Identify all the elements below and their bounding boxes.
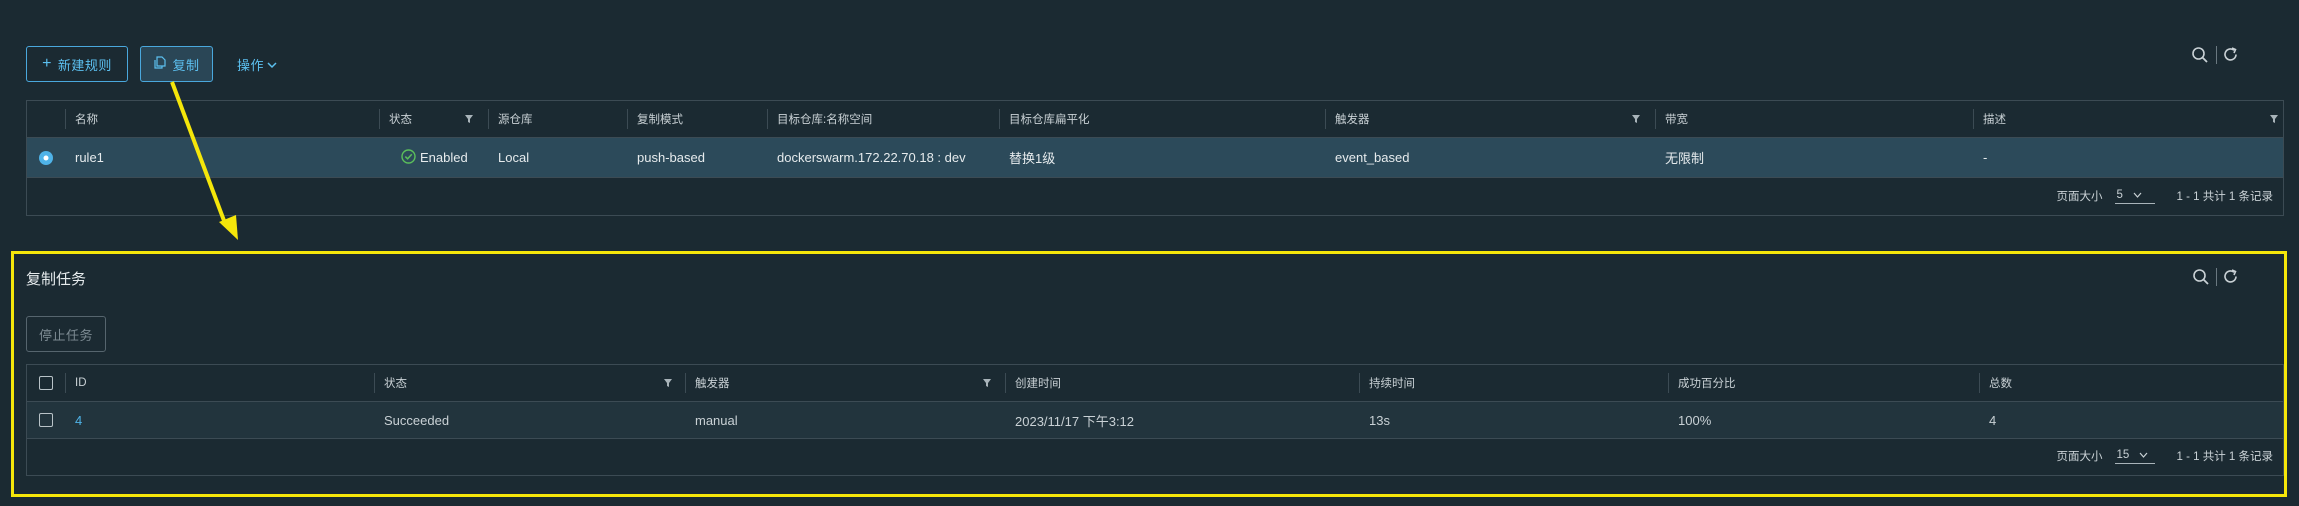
col-success-rate[interactable]: 成功百分比 bbox=[1668, 365, 1736, 401]
rule-target: dockerswarm.172.22.70.18 : dev bbox=[777, 150, 966, 165]
task-status: Succeeded bbox=[384, 412, 450, 428]
refresh-icon[interactable] bbox=[2222, 46, 2239, 66]
actions-dropdown[interactable]: 操作 bbox=[232, 46, 282, 82]
filter-icon[interactable] bbox=[2269, 101, 2279, 137]
annotation-arrow bbox=[170, 81, 238, 240]
select-all-checkbox[interactable] bbox=[27, 365, 65, 401]
table-row[interactable]: rule1 Enabled Local push-based dockerswa… bbox=[27, 138, 2283, 178]
page-size-label: 页面大小 bbox=[2056, 451, 2103, 463]
col-mode[interactable]: 复制模式 bbox=[627, 101, 683, 137]
col-status[interactable]: 状态 bbox=[379, 101, 412, 137]
col-name[interactable]: 名称 bbox=[65, 101, 98, 137]
rule-source: Local bbox=[498, 150, 530, 165]
top-cropped-edge bbox=[0, 0, 2299, 4]
col-description[interactable]: 描述 bbox=[1973, 101, 2006, 137]
filter-icon[interactable] bbox=[464, 101, 474, 137]
copy-icon bbox=[153, 56, 167, 72]
tasks-table-footer: 页面大小 15 1 - 1 共计 1 条记录 bbox=[27, 437, 2283, 475]
col-target[interactable]: 目标仓库:名称空间 bbox=[767, 101, 872, 137]
task-created: 2023/11/17 下午3:12 bbox=[1015, 413, 1135, 429]
page-size-value: 5 bbox=[2116, 188, 2123, 201]
filter-icon[interactable] bbox=[1631, 101, 1641, 137]
search-icon[interactable] bbox=[2192, 268, 2210, 289]
task-success-rate: 100% bbox=[1678, 412, 1712, 428]
rule-status-text: Enabled bbox=[420, 150, 468, 165]
toolbar-divider bbox=[2216, 46, 2217, 64]
tasks-table: ID 状态 触发器 创建时间 持续时间 成功百分比 总数 4 Succeeded… bbox=[26, 364, 2284, 476]
page-size-select[interactable]: 5 bbox=[2114, 188, 2155, 204]
toolbar-divider bbox=[2216, 268, 2217, 286]
search-icon[interactable] bbox=[2191, 46, 2209, 67]
task-id-link[interactable]: 4 bbox=[65, 402, 82, 438]
rule-mode: push-based bbox=[637, 150, 705, 165]
plus-icon: + bbox=[42, 55, 52, 72]
chevron-down-icon bbox=[2139, 449, 2148, 461]
replicate-button[interactable]: 复制 bbox=[140, 46, 213, 82]
col-task-trigger[interactable]: 触发器 bbox=[685, 365, 730, 401]
table-row[interactable]: 4 Succeeded manual 2023/11/17 下午3:12 13s… bbox=[27, 402, 2283, 439]
rule-trigger: event_based bbox=[1335, 150, 1410, 165]
refresh-icon[interactable] bbox=[2222, 268, 2239, 288]
check-circle-icon bbox=[401, 148, 416, 167]
col-bandwidth[interactable]: 带宽 bbox=[1655, 101, 1688, 137]
stop-task-label: 停止任务 bbox=[38, 327, 93, 343]
page-size-label: 页面大小 bbox=[2056, 191, 2103, 203]
col-created[interactable]: 创建时间 bbox=[1005, 365, 1061, 401]
task-trigger: manual bbox=[695, 412, 738, 428]
new-rule-label: 新建规则 bbox=[57, 57, 112, 73]
tasks-title: 复制任务 bbox=[26, 271, 87, 288]
task-duration: 13s bbox=[1369, 412, 1390, 428]
rules-table-header: 名称 状态 源仓库 复制模式 目标仓库:名称空间 目标仓库扁平化 触发器 带宽 … bbox=[27, 101, 2283, 138]
col-total[interactable]: 总数 bbox=[1979, 365, 2012, 401]
replicate-label: 复制 bbox=[172, 57, 200, 73]
rule-status: Enabled bbox=[389, 138, 468, 177]
page-size-select[interactable]: 15 bbox=[2114, 448, 2155, 464]
row-checkbox[interactable] bbox=[27, 402, 65, 438]
page-size-value: 15 bbox=[2116, 448, 2130, 461]
rules-table: 名称 状态 源仓库 复制模式 目标仓库:名称空间 目标仓库扁平化 触发器 带宽 … bbox=[26, 100, 2284, 216]
chevron-down-icon bbox=[267, 57, 277, 72]
task-total: 4 bbox=[1989, 412, 1997, 428]
col-trigger[interactable]: 触发器 bbox=[1325, 101, 1370, 137]
rule-description: - bbox=[1983, 150, 1988, 165]
actions-label: 操作 bbox=[236, 57, 264, 73]
tasks-table-header: ID 状态 触发器 创建时间 持续时间 成功百分比 总数 bbox=[27, 365, 2283, 402]
rule-name: rule1 bbox=[75, 150, 104, 165]
col-task-status[interactable]: 状态 bbox=[374, 365, 407, 401]
stop-task-button[interactable]: 停止任务 bbox=[26, 316, 106, 352]
pagination-summary: 1 - 1 共计 1 条记录 bbox=[2176, 451, 2274, 463]
row-radio[interactable] bbox=[27, 138, 65, 177]
col-source[interactable]: 源仓库 bbox=[488, 101, 533, 137]
pagination-summary: 1 - 1 共计 1 条记录 bbox=[2176, 191, 2274, 203]
filter-icon[interactable] bbox=[663, 365, 673, 401]
chevron-down-icon bbox=[2133, 189, 2142, 201]
new-rule-button[interactable]: + 新建规则 bbox=[26, 46, 128, 82]
rule-flatten: 替换1级 bbox=[1009, 151, 1056, 166]
col-id[interactable]: ID bbox=[65, 365, 87, 401]
rule-bandwidth: 无限制 bbox=[1665, 151, 1705, 166]
col-duration[interactable]: 持续时间 bbox=[1359, 365, 1415, 401]
rules-table-footer: 页面大小 5 1 - 1 共计 1 条记录 bbox=[27, 177, 2283, 215]
filter-icon[interactable] bbox=[982, 365, 992, 401]
col-flatten[interactable]: 目标仓库扁平化 bbox=[999, 101, 1090, 137]
